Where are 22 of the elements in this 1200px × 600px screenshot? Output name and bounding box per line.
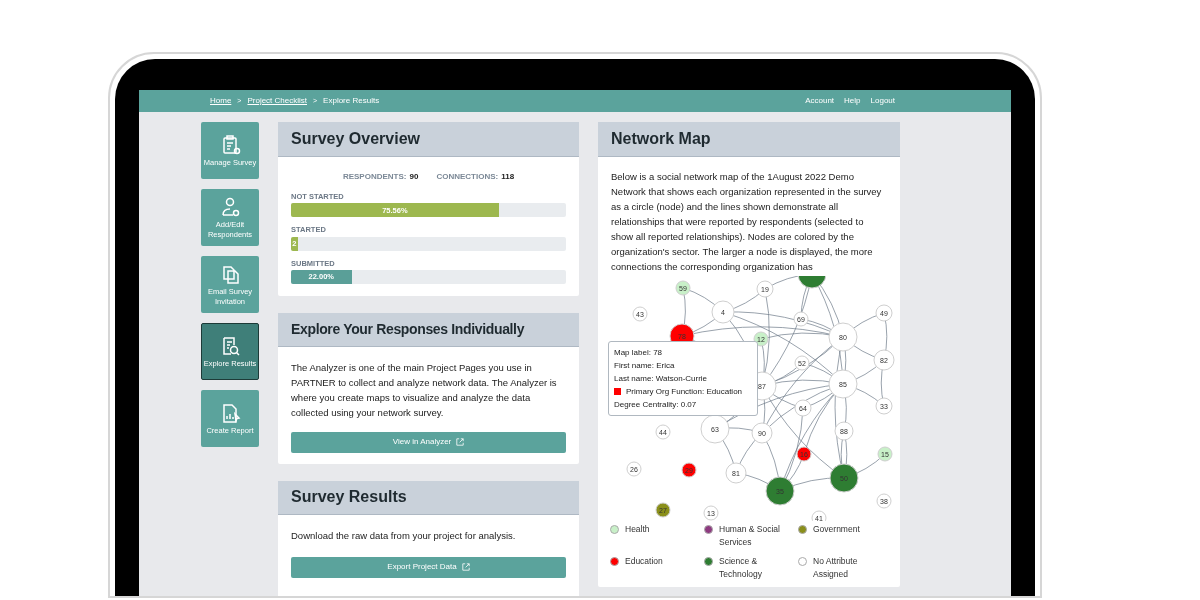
legend-label: Science & Technology (719, 555, 763, 581)
card-title: Explore Your Responses Individually (278, 312, 579, 347)
legend-label: Government (813, 523, 860, 536)
description-text: Download the raw data from your project for analysis. (291, 528, 517, 543)
breadcrumb-current: Explore Results (323, 95, 380, 107)
legend-label: No Attribute Assigned (813, 555, 859, 581)
external-link-icon (456, 438, 465, 447)
legend-label: Education (625, 555, 663, 568)
card-title: Network Map (598, 122, 900, 157)
description-text: Below is a social network map of the 1August 2022 Demo Network that shows each organization represented in the survey as a circle (node) and the lines shown demonstrate all relationships that were reported by respondents (selected to show all reported relationships). Nodes are colored by the organization's sector. The larger a node is displayed, the more connections the corresponding organization has (610, 170, 883, 274)
stat-value: 90 (409, 172, 419, 181)
legend-label: Human & Social Services (719, 523, 781, 549)
person-gear-icon (219, 195, 241, 218)
stat-label: CONNECTIONS: (436, 172, 499, 181)
card-title: Survey Overview (278, 122, 579, 157)
stat-label: RESPONDENTS: (342, 172, 407, 181)
description-text: The Analyzer is one of the main Project Pages you use in PARTNER to collect and analyze network data. The Analyzer is where you create maps to visualize and analyze the data collected using your network survey. (291, 360, 558, 420)
stat-value: 118 (501, 172, 515, 181)
legend-label: Health (625, 523, 650, 536)
tooltip-text: Primary Org Function: Education (626, 386, 743, 398)
external-link-icon (461, 563, 470, 572)
card-title: Survey Results (278, 480, 579, 515)
